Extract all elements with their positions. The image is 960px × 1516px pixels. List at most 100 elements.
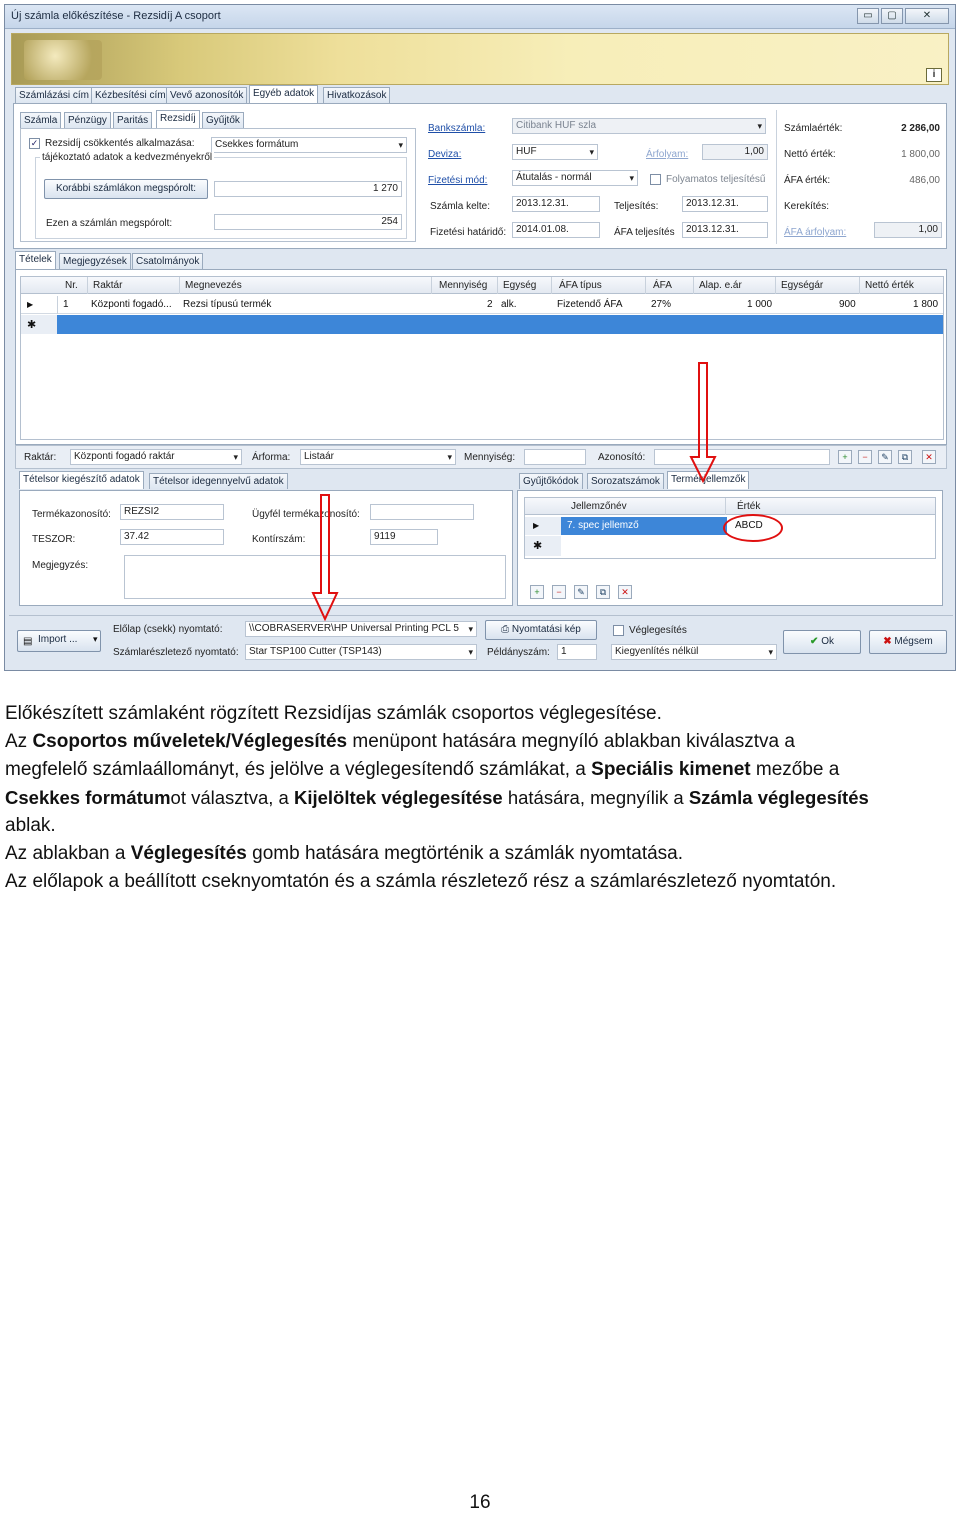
new-row[interactable]: ✱ (525, 536, 935, 556)
tab-line-foreign-data[interactable]: Tételsor idegennyelvű adatok (149, 473, 288, 489)
vat-rate-link[interactable]: ÁFA árfolyam: (784, 227, 846, 238)
tab-invoice[interactable]: Számla (20, 112, 62, 128)
product-id-field[interactable]: REZSI2 (120, 504, 224, 520)
vat-performance-field[interactable]: 2013.12.31. (682, 222, 768, 238)
finalize-checkbox[interactable] (613, 625, 624, 636)
col-unit[interactable]: Egység (503, 280, 536, 291)
tab-items[interactable]: Tételek (15, 251, 56, 269)
previous-savings-button[interactable]: Korábbi számlákon megspórolt: (44, 179, 208, 199)
warehouse-label: Raktár: (24, 452, 57, 463)
tab-notes[interactable]: Megjegyzések (59, 253, 131, 269)
col-warehouse[interactable]: Raktár (93, 280, 122, 291)
copies-field[interactable]: 1 (557, 644, 597, 660)
text-line-6b: Véglegesítés (130, 843, 247, 864)
tab-attachments[interactable]: Csatolmányok (132, 253, 204, 269)
edit-feature-icon[interactable]: ✎ (574, 585, 588, 599)
invoice-window: Új számla előkészítése - Rezsidíj A csop… (4, 4, 956, 671)
text-line-3a: megfelelő számlaállományt, és jelölve a … (5, 759, 592, 780)
issue-date-label: Számla kelte: (430, 201, 491, 212)
performance-date-field[interactable]: 2013.12.31. (682, 196, 768, 212)
teszor-field[interactable]: 37.42 (120, 529, 224, 545)
print-preview-button[interactable]: ⎙ Nyomtatási kép (485, 620, 597, 640)
col-unit-price[interactable]: Egységár (781, 280, 823, 291)
remove-item-icon[interactable]: − (858, 450, 872, 464)
info-icon[interactable]: i (926, 68, 942, 82)
continuous-checkbox[interactable] (650, 174, 661, 185)
special-output-select[interactable]: Csekkes formátum (211, 137, 407, 153)
col-nr[interactable]: Nr. (65, 280, 78, 291)
warehouse-select[interactable]: Központi fogadó raktár (70, 449, 242, 465)
cancel-x-icon: ✖ (883, 636, 895, 647)
col-feature-name[interactable]: Jellemzőnév (571, 501, 627, 512)
front-printer-select[interactable]: \\COBRASERVER\HP Universal Printing PCL … (245, 621, 477, 637)
delete-item-icon[interactable]: ✕ (922, 450, 936, 464)
delete-feature-icon[interactable]: ✕ (618, 585, 632, 599)
vat-rate-value: 1,00 (874, 222, 942, 238)
col-feature-value[interactable]: Érték (737, 501, 760, 512)
detail-printer-select[interactable]: Star TSP100 Cutter (TSP143) (245, 644, 477, 660)
exchange-rate-value: 1,00 (702, 144, 768, 160)
pricing-select[interactable]: Listaár (300, 449, 456, 465)
copy-item-icon[interactable]: ⧉ (898, 450, 912, 464)
tab-serial-numbers[interactable]: Sorozatszámok (587, 473, 664, 489)
currency-select[interactable]: HUF (512, 144, 598, 160)
other-data-panel: Számla Pénzügy Paritás Rezsidíj Gyűjtők … (13, 103, 947, 249)
tab-parity[interactable]: Paritás (113, 112, 153, 128)
copy-feature-icon[interactable]: ⧉ (596, 585, 610, 599)
text-line-2a: Az (5, 731, 33, 752)
cancel-button[interactable]: ✖ Mégsem (869, 630, 947, 654)
tab-customer-ids[interactable]: Vevő azonosítók (166, 87, 248, 103)
bank-account-select[interactable]: Citibank HUF szla (512, 118, 766, 134)
minimize-icon[interactable]: ▭ (857, 8, 879, 24)
col-vat-type[interactable]: ÁFA típus (559, 280, 602, 291)
customer-product-id-field[interactable] (370, 504, 474, 520)
tab-utility-fee[interactable]: Rezsidíj (156, 110, 200, 128)
tab-finance[interactable]: Pénzügy (64, 112, 111, 128)
add-feature-icon[interactable]: + (530, 585, 544, 599)
col-name[interactable]: Megnevezés (185, 280, 242, 291)
reduction-checkbox[interactable]: ✓ (29, 138, 40, 149)
col-quantity[interactable]: Mennyiség (439, 280, 487, 291)
tab-other-data[interactable]: Egyéb adatok (249, 85, 319, 103)
exchange-rate-link[interactable]: Árfolyam: (646, 149, 688, 160)
vat-value: 486,00 (909, 175, 940, 186)
net-value-label: Nettó érték: (784, 149, 836, 160)
tab-delivery-address[interactable]: Kézbesítési cím (91, 87, 170, 103)
col-base-price[interactable]: Alap. e.ár (699, 280, 742, 291)
close-icon[interactable]: ✕ (905, 8, 949, 24)
finalize-mode-select[interactable]: Kiegyenlítés nélkül (611, 644, 777, 660)
due-date-field[interactable]: 2014.01.08. (512, 222, 600, 238)
issue-date-field[interactable]: 2013.12.31. (512, 196, 600, 212)
currency-link[interactable]: Deviza: (428, 149, 461, 160)
tab-references[interactable]: Hivatkozások (323, 87, 391, 103)
bank-account-link[interactable]: Bankszámla: (428, 123, 485, 134)
tab-collectors[interactable]: Gyűjtők (202, 112, 244, 128)
payment-method-select[interactable]: Átutalás - normál (512, 170, 638, 186)
note-field[interactable] (124, 555, 506, 599)
quantity-input[interactable] (524, 449, 586, 465)
maximize-icon[interactable]: ▢ (881, 8, 903, 24)
cell-unit: alk. (501, 299, 517, 310)
print-preview-label: Nyomtatási kép (511, 624, 581, 635)
col-vat[interactable]: ÁFA (653, 280, 672, 291)
table-row[interactable]: ▶ 1 Központi fogadó... Rezsi típusú term… (21, 296, 943, 314)
invoice-value-label: Számlaérték: (784, 123, 843, 134)
tab-billing-address[interactable]: Számlázási cím (15, 87, 94, 103)
edit-item-icon[interactable]: ✎ (878, 450, 892, 464)
quantity-label: Mennyiség: (464, 452, 516, 463)
chevron-down-icon[interactable]: ▾ (93, 634, 98, 645)
tab-product-features[interactable]: Termékjellemzők (667, 471, 750, 489)
product-features-panel: Jellemzőnév Érték ▶ 7. spec jellemző ABC… (517, 490, 943, 606)
remove-feature-icon[interactable]: − (552, 585, 566, 599)
note-label: Megjegyzés: (32, 560, 89, 571)
identifier-input[interactable] (654, 449, 830, 465)
add-item-icon[interactable]: + (838, 450, 852, 464)
col-net-value[interactable]: Nettó érték (865, 280, 914, 291)
payment-method-link[interactable]: Fizetési mód: (428, 175, 487, 186)
new-row[interactable]: ✱ (21, 315, 943, 334)
line-extra-panel: Termékazonosító: REZSI2 Ügyfél termékazo… (19, 490, 513, 606)
account-field[interactable]: 9119 (370, 529, 438, 545)
tab-collector-codes[interactable]: Gyűjtőkódok (519, 473, 583, 489)
ok-button[interactable]: ✔ Ok (783, 630, 861, 654)
tab-line-extra-data[interactable]: Tételsor kiegészítő adatok (19, 471, 144, 489)
